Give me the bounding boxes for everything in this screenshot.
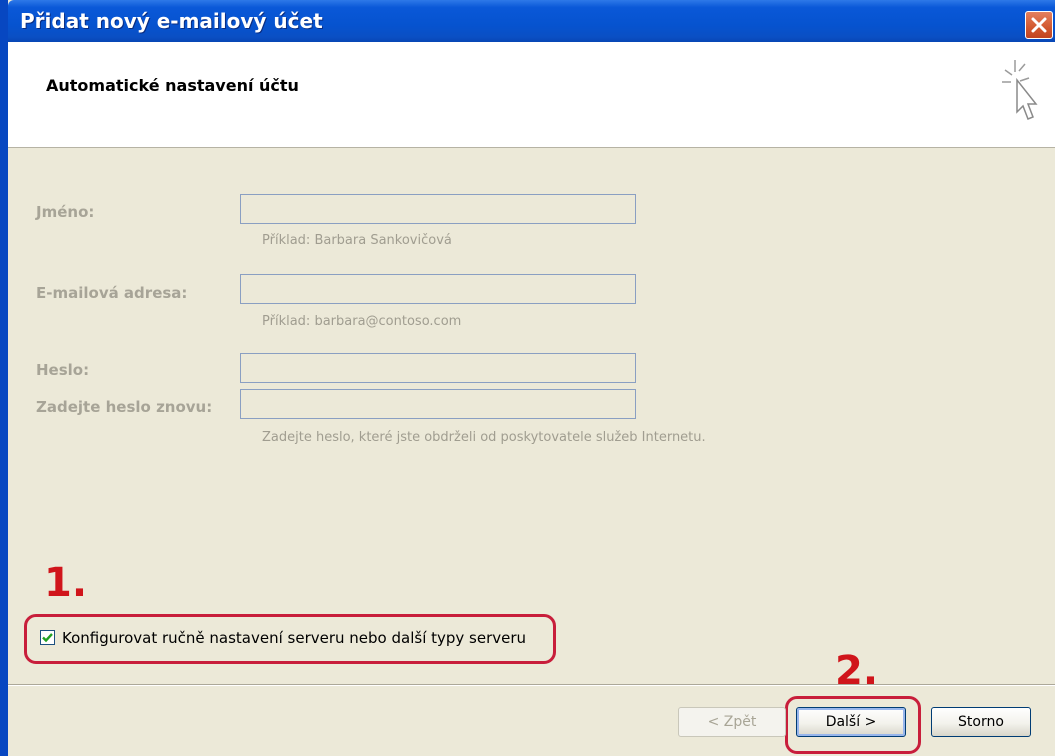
password-field[interactable] — [240, 353, 636, 383]
password-repeat-label: Zadejte heslo znovu: — [36, 398, 213, 416]
close-button[interactable] — [1025, 11, 1053, 39]
manual-config-checkbox[interactable] — [40, 630, 55, 645]
add-account-dialog: Přidat nový e-mailový účet Automatické n… — [0, 0, 1055, 756]
cursor-sparkle-icon — [1002, 60, 1038, 120]
wizard-header: Automatické nastavení účtu — [8, 42, 1055, 148]
title-bar[interactable]: Přidat nový e-mailový účet — [8, 0, 1055, 42]
name-label: Jméno: — [36, 203, 95, 221]
password-hint: Zadejte heslo, které jste obdrželi od po… — [262, 430, 706, 445]
window-frame-left — [0, 0, 8, 756]
manual-config-label: Konfigurovat ručně nastavení serveru neb… — [62, 629, 527, 647]
name-hint: Příklad: Barbara Sankovičová — [262, 233, 452, 248]
annotation-step-2: 2. — [835, 648, 879, 694]
close-icon — [1031, 17, 1047, 33]
email-hint: Příklad: barbara@contoso.com — [262, 314, 462, 329]
email-field[interactable] — [240, 274, 636, 304]
window-title: Přidat nový e-mailový účet — [20, 9, 323, 33]
name-field[interactable] — [240, 194, 636, 224]
cancel-button[interactable]: Storno — [931, 707, 1031, 737]
next-button[interactable]: Další > — [796, 707, 906, 737]
back-button[interactable]: < Zpět — [678, 707, 786, 737]
email-label: E-mailová adresa: — [36, 284, 188, 302]
divider-highlight — [8, 685, 1055, 686]
page-title: Automatické nastavení účtu — [46, 76, 299, 95]
checkmark-icon — [42, 633, 53, 643]
password-label: Heslo: — [36, 361, 90, 379]
password-repeat-field[interactable] — [240, 389, 636, 419]
annotation-step-1: 1. — [44, 560, 88, 606]
